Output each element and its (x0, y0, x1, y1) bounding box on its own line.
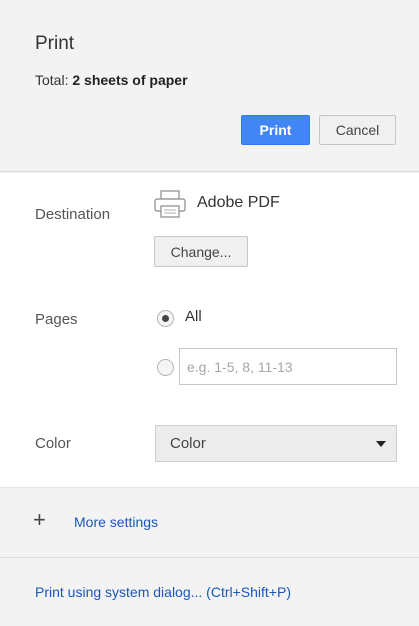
plus-icon: + (33, 507, 46, 532)
system-dialog-link[interactable]: Print using system dialog... (Ctrl+Shift… (35, 584, 291, 600)
print-button[interactable]: Print (241, 115, 310, 145)
total-prefix: Total: (35, 72, 69, 88)
printer-icon (154, 190, 186, 218)
cancel-button[interactable]: Cancel (319, 115, 396, 145)
system-dialog-row: Print using system dialog... (Ctrl+Shift… (0, 559, 419, 626)
print-header: Print Total: 2 sheets of paper Print Can… (0, 0, 419, 172)
color-select[interactable]: Color (155, 425, 397, 462)
dialog-title: Print (35, 33, 75, 54)
more-settings-link[interactable]: More settings (74, 514, 158, 530)
destination-name: Adobe PDF (197, 194, 280, 211)
settings-panel: Destination Adobe PDF Change... Pages Al… (0, 173, 419, 488)
dropdown-caret-icon (376, 441, 386, 447)
pages-all-label[interactable]: All (185, 308, 202, 325)
pages-label: Pages (35, 311, 78, 328)
pages-custom-radio[interactable] (157, 359, 174, 376)
destination-label: Destination (35, 206, 111, 223)
more-settings-row[interactable]: + More settings (0, 489, 419, 558)
change-destination-button[interactable]: Change... (154, 236, 248, 267)
color-label: Color (35, 435, 71, 452)
total-value: 2 sheets of paper (72, 72, 188, 88)
pages-all-radio[interactable] (157, 310, 174, 327)
pages-range-input[interactable] (179, 348, 397, 385)
total-sheets: Total: 2 sheets of paper (35, 72, 188, 88)
color-select-value: Color (170, 435, 206, 452)
